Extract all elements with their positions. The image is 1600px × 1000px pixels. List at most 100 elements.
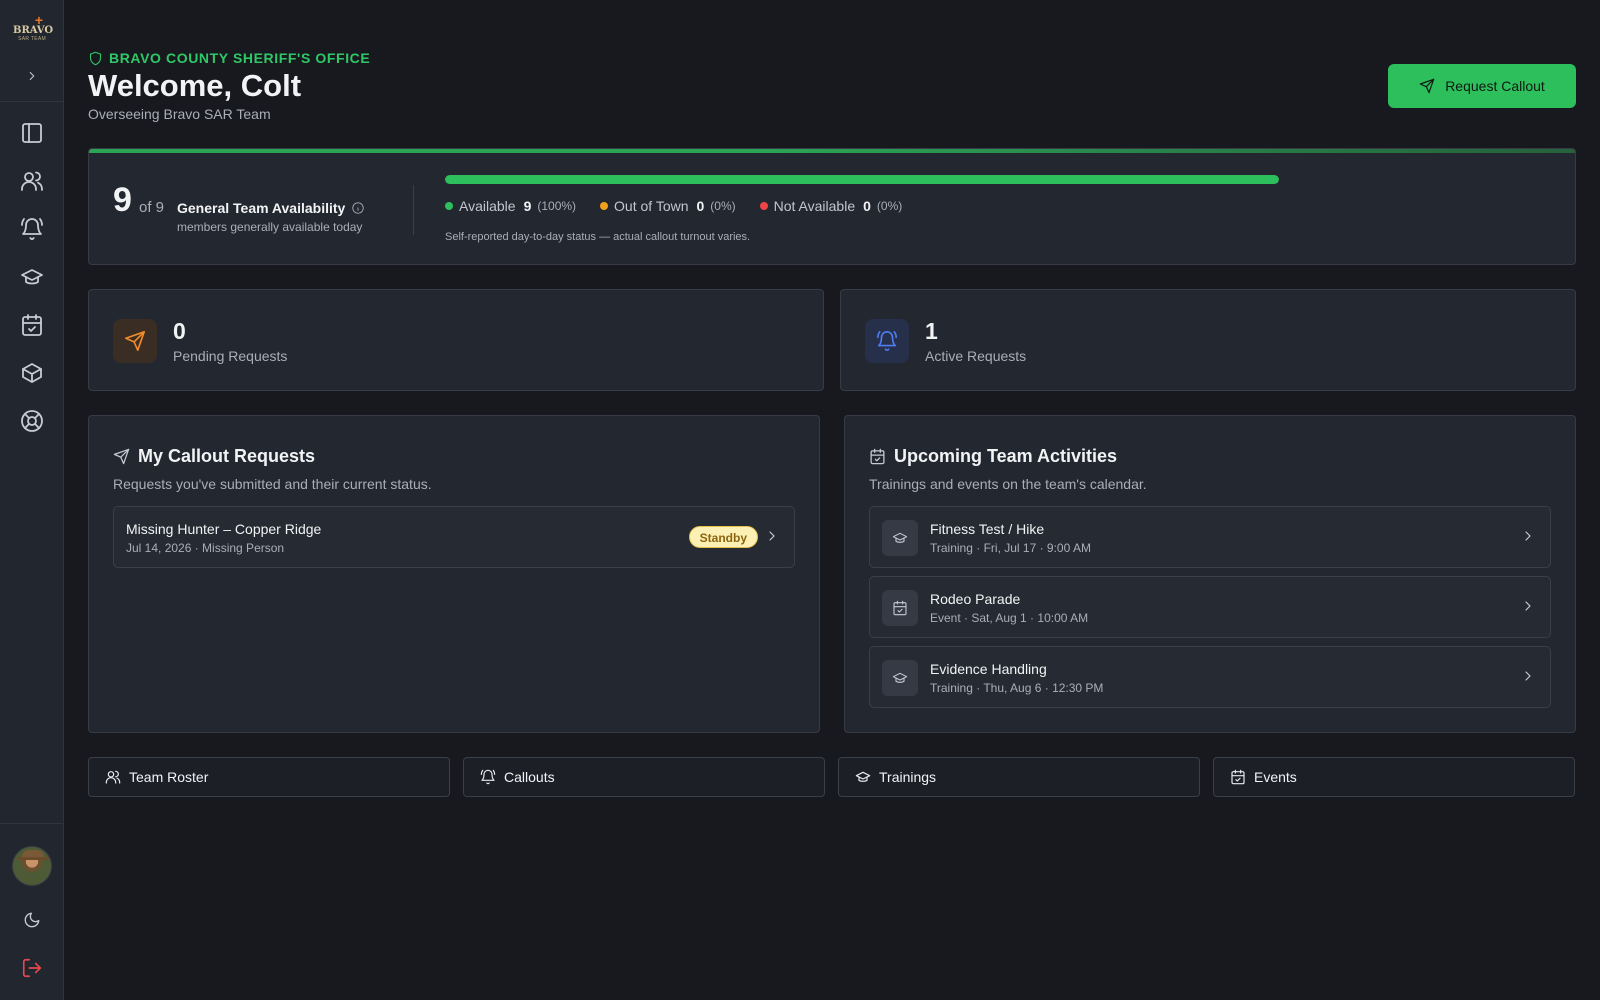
graduation-cap-icon [21,269,43,285]
availability-title: General Team Availability [177,200,365,216]
logo-subtext: SAR TEAM [18,36,46,42]
available-count: 9 [113,181,132,219]
activity-meta: Training · Fri, Jul 17 · 9:00 AM [930,541,1091,555]
upcoming-activities-panel: Upcoming Team Activities Trainings and e… [844,415,1576,733]
bell-ring-icon [480,769,496,785]
calendar-check-icon [22,314,42,336]
availability-subtitle: members generally available today [177,220,363,234]
page-subtitle: Overseeing Bravo SAR Team [88,106,271,122]
trainings-label: Trainings [879,769,937,785]
active-requests-card[interactable]: 1 Active Requests [840,289,1576,391]
request-callout-button[interactable]: Request Callout [1388,64,1576,108]
legend-label: Not Available [773,198,856,214]
nav-team[interactable] [16,165,48,197]
events-label: Events [1254,769,1297,785]
org-label: Bravo County Sheriff's Office [88,50,370,66]
my-callout-requests-panel: My Callout Requests Requests you've subm… [88,415,820,733]
activity-meta: Event · Sat, Aug 1 · 10:00 AM [930,611,1089,625]
chevron-right-icon [1520,598,1536,619]
legend-count: 0 [696,198,705,214]
callouts-link[interactable]: Callouts [463,757,825,797]
availability-card: 9 of 9 General Team Availability members… [88,148,1576,265]
activity-row[interactable]: Rodeo Parade Event · Sat, Aug 1 · 10:00 … [869,576,1551,638]
calendar-check-icon [870,448,885,465]
avatar[interactable] [12,846,52,886]
logo-text: BRAVO [13,25,54,36]
theme-toggle[interactable] [16,904,48,936]
page-title: Welcome, Colt [88,68,302,103]
availability-note: Self-reported day-to-day status — actual… [445,231,751,243]
activity-icon-box [882,660,918,696]
legend-count: 0 [863,198,871,214]
pending-icon-box [113,319,157,363]
legend-dot [600,202,609,210]
team-roster-link[interactable]: Team Roster [88,757,450,797]
expand-sidebar-button[interactable] [22,66,42,86]
avatar-hat-brim [17,857,49,860]
chevron-right-icon [1520,668,1536,689]
activity-row[interactable]: Evidence Handling Training · Thu, Aug 6 … [869,646,1551,708]
active-icon-box [865,319,909,363]
bell-ring-icon [21,218,43,240]
send-icon [125,331,145,351]
callouts-panel-title: My Callout Requests [113,446,315,467]
nav-trainings[interactable] [16,261,48,293]
graduation-cap-icon [855,771,871,782]
nav-dashboard[interactable] [16,117,48,149]
pending-count: 0 [173,318,186,344]
team-roster-label: Team Roster [129,769,209,785]
availability-legend: Available 9 (100%) Out of Town 0 (0%) Not Avai… [445,198,902,214]
shield-icon [89,51,102,65]
callout-title: Missing Hunter – Copper Ridge [126,521,322,537]
pending-requests-card[interactable]: 0 Pending Requests [88,289,824,391]
nav-inventory[interactable] [16,357,48,389]
legend-label: Out of Town [614,198,689,214]
nav-events[interactable] [16,309,48,341]
availability-accent-bar [89,149,1575,153]
calendar-check-icon [893,600,907,616]
activities-panel-title-text: Upcoming Team Activities [894,446,1118,466]
callouts-panel-title-text: My Callout Requests [138,446,316,466]
activity-title: Rodeo Parade [930,591,1021,607]
send-icon [113,448,130,465]
availability-divider [413,185,414,235]
legend-label: Available [459,198,516,214]
life-buoy-icon [21,410,43,432]
status-badge: Standby [688,526,758,548]
activity-row[interactable]: Fitness Test / Hike Training · Fri, Jul … [869,506,1551,568]
send-icon [1419,78,1435,94]
legend-percent: (100%) [537,199,577,213]
legend-item: Not Available 0 (0%) [759,198,903,214]
pending-label: Pending Requests [173,348,288,364]
nav-help[interactable] [16,405,48,437]
active-label: Active Requests [925,348,1027,364]
nav-callouts[interactable] [16,213,48,245]
legend-item: Available 9 (100%) [445,198,576,214]
team-logo[interactable]: + BRAVO SAR TEAM [13,13,54,50]
calendar-check-icon [1231,769,1245,785]
org-name: Bravo County Sheriff's Office [109,50,371,66]
trainings-link[interactable]: Trainings [838,757,1200,797]
graduation-cap-icon [892,532,908,543]
legend-dot [759,202,768,210]
active-count: 1 [925,318,938,344]
bell-ring-icon [877,331,897,352]
moon-icon [24,912,40,928]
callout-request-row[interactable]: Missing Hunter – Copper Ridge Jul 14, 20… [113,506,795,568]
availability-progress-bar [445,175,1279,184]
total-count: of 9 [139,199,165,216]
request-callout-label: Request Callout [1445,78,1545,94]
chevron-right-icon [764,528,780,549]
users-icon [105,770,121,784]
panel-icon [22,123,42,143]
sidebar-divider [0,101,63,102]
legend-percent: (0%) [710,199,736,213]
legend-percent: (0%) [876,199,903,213]
logout-button[interactable] [16,952,48,984]
activity-icon-box [882,590,918,626]
activities-panel-subtitle: Trainings and events on the team's calen… [869,476,1147,492]
activities-panel-title: Upcoming Team Activities [869,446,1117,467]
info-icon[interactable] [351,201,365,215]
chevron-right-icon [29,71,35,81]
events-link[interactable]: Events [1213,757,1575,797]
